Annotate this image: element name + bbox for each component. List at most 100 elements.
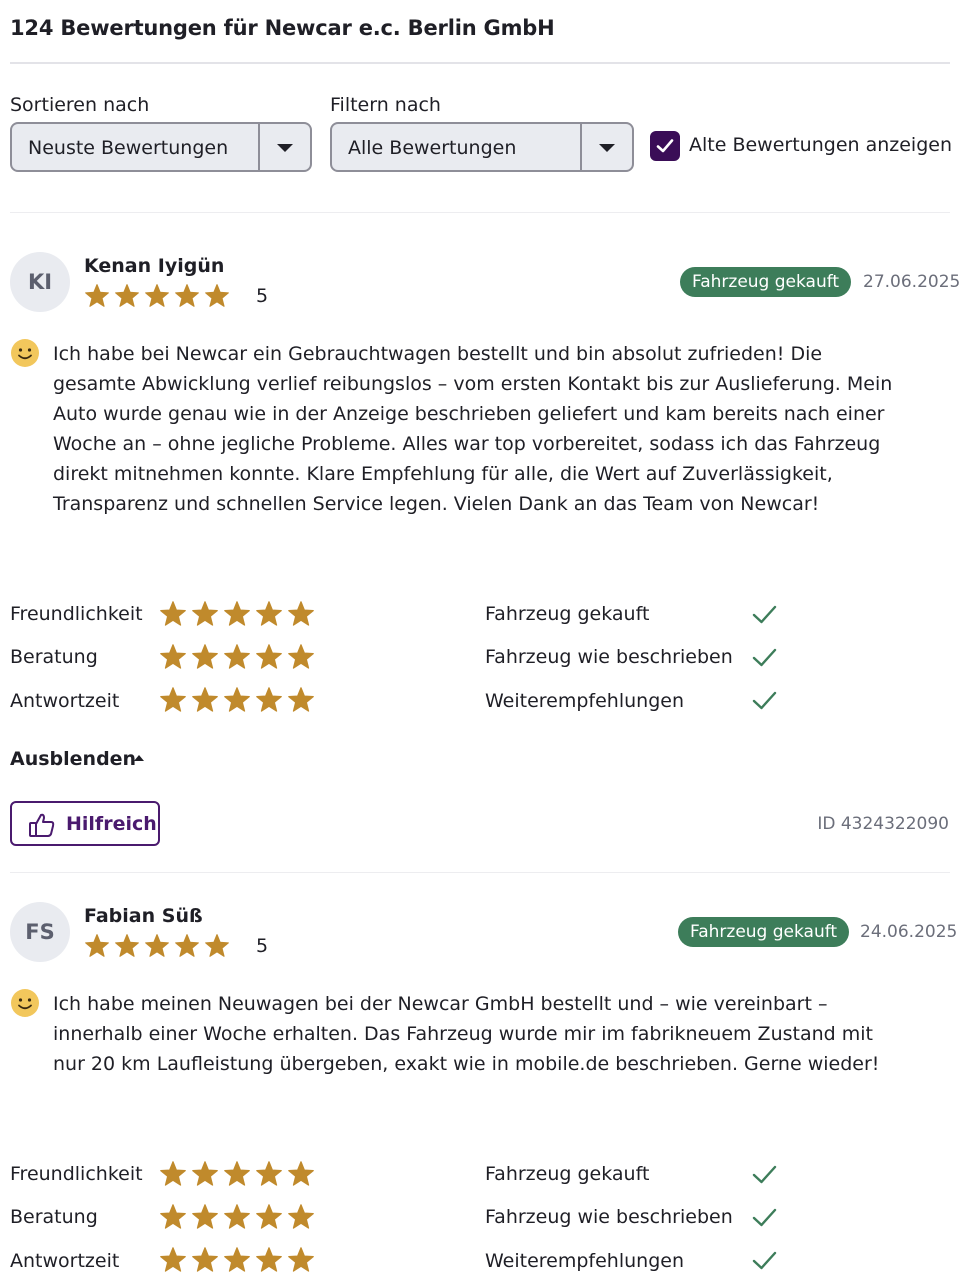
star-icon: [205, 934, 229, 957]
page-title: 124 Bewertungen für Newcar e.c. Berlin G…: [10, 16, 555, 40]
rating-label: Antwortzeit: [10, 690, 120, 712]
old-reviews-label[interactable]: Alte Bewertungen anzeigen: [689, 134, 952, 156]
star-icon: [145, 284, 169, 307]
rating-label: Beratung: [10, 1206, 98, 1228]
star-icon: [288, 644, 314, 669]
controls-divider: [10, 212, 950, 213]
status-badge: Fahrzeug gekauft: [678, 917, 850, 947]
helpful-label: Hilfreich: [66, 813, 157, 835]
star-icon: [288, 601, 314, 626]
star-icon: [145, 934, 169, 957]
star-icon: [256, 1247, 282, 1272]
check-icon: [752, 1251, 777, 1270]
star-icon: [256, 644, 282, 669]
filter-select[interactable]: Alle Bewertungen: [330, 122, 634, 172]
star-icon: [224, 1247, 250, 1272]
chevron-down-icon: [599, 144, 615, 152]
star-icon: [224, 601, 250, 626]
star-icon: [224, 1161, 250, 1186]
review-id: ID 4324322090: [817, 814, 949, 834]
thumbs-up-icon: [29, 813, 55, 837]
star-icon: [115, 284, 139, 307]
rating-stars: [159, 1203, 319, 1231]
check-icon: [752, 1165, 777, 1184]
reviewer-name: Fabian Süß: [84, 905, 203, 927]
star-icon: [160, 1204, 186, 1229]
rating-stars: [159, 1246, 319, 1274]
rating-label: Beratung: [10, 646, 98, 668]
star-icon: [85, 284, 109, 307]
star-icon: [288, 1204, 314, 1229]
star-icon: [256, 1161, 282, 1186]
smiley-icon: [11, 339, 39, 367]
helpful-button[interactable]: Hilfreich: [10, 801, 160, 846]
star-icon: [224, 1204, 250, 1229]
fact-label: Fahrzeug wie beschrieben: [485, 646, 733, 668]
rating-stars: [159, 600, 319, 628]
check-icon: [752, 605, 777, 624]
old-reviews-checkbox[interactable]: [650, 131, 680, 161]
status-badge: Fahrzeug gekauft: [680, 267, 852, 297]
star-icon: [288, 1161, 314, 1186]
star-icon: [160, 687, 186, 712]
sort-select[interactable]: Neuste Bewertungen: [10, 122, 312, 172]
review-date: 27.06.2025: [863, 272, 961, 292]
star-icon: [224, 644, 250, 669]
fact-label: Weiterempfehlungen: [485, 1250, 685, 1272]
rating-label: Freundlichkeit: [10, 1163, 143, 1185]
review-date: 24.06.2025: [860, 922, 958, 942]
star-icon: [175, 934, 199, 957]
rating-stars: [159, 643, 319, 671]
avatar: KI: [10, 252, 70, 312]
select-divider: [258, 124, 260, 170]
reviewer-name: Kenan Iyigün: [84, 255, 225, 277]
rating-stars: [159, 686, 319, 714]
fact-label: Fahrzeug gekauft: [485, 603, 650, 625]
fact-label: Fahrzeug wie beschrieben: [485, 1206, 733, 1228]
star-icon: [192, 1204, 218, 1229]
star-icon: [192, 644, 218, 669]
overall-score: 5: [256, 285, 269, 307]
check-icon: [752, 648, 777, 667]
sort-select-value: Neuste Bewertungen: [28, 137, 229, 159]
star-icon: [160, 1247, 186, 1272]
star-icon: [288, 1247, 314, 1272]
star-icon: [256, 1204, 282, 1229]
star-icon: [192, 1247, 218, 1272]
star-icon: [160, 601, 186, 626]
overall-stars: [84, 283, 234, 309]
star-icon: [256, 601, 282, 626]
rating-label: Freundlichkeit: [10, 603, 143, 625]
review-text: Ich habe meinen Neuwagen bei der Newcar …: [53, 993, 880, 1075]
rating-label: Antwortzeit: [10, 1250, 120, 1272]
star-icon: [115, 934, 139, 957]
chevron-down-icon: [277, 144, 293, 152]
chevron-up-icon: [134, 755, 144, 761]
rating-stars: [159, 1160, 319, 1188]
review-divider: [10, 872, 950, 873]
check-icon: [752, 1208, 777, 1227]
smiley-icon: [11, 989, 39, 1017]
star-icon: [85, 934, 109, 957]
collapse-toggle[interactable]: Ausblenden: [10, 748, 136, 770]
star-icon: [256, 687, 282, 712]
fact-label: Fahrzeug gekauft: [485, 1163, 650, 1185]
title-divider: [10, 62, 950, 64]
checkmark-icon: [656, 139, 674, 153]
star-icon: [288, 687, 314, 712]
filter-label: Filtern nach: [330, 94, 441, 116]
star-icon: [192, 1161, 218, 1186]
review-text: Ich habe bei Newcar ein Gebrauchtwagen b…: [53, 343, 893, 515]
star-icon: [224, 687, 250, 712]
star-icon: [192, 687, 218, 712]
filter-select-value: Alle Bewertungen: [348, 137, 517, 159]
overall-stars: [84, 933, 234, 959]
select-divider: [580, 124, 582, 170]
star-icon: [205, 284, 229, 307]
star-icon: [192, 601, 218, 626]
fact-label: Weiterempfehlungen: [485, 690, 685, 712]
star-icon: [160, 644, 186, 669]
overall-score: 5: [256, 935, 269, 957]
check-icon: [752, 691, 777, 710]
sort-label: Sortieren nach: [10, 94, 150, 116]
